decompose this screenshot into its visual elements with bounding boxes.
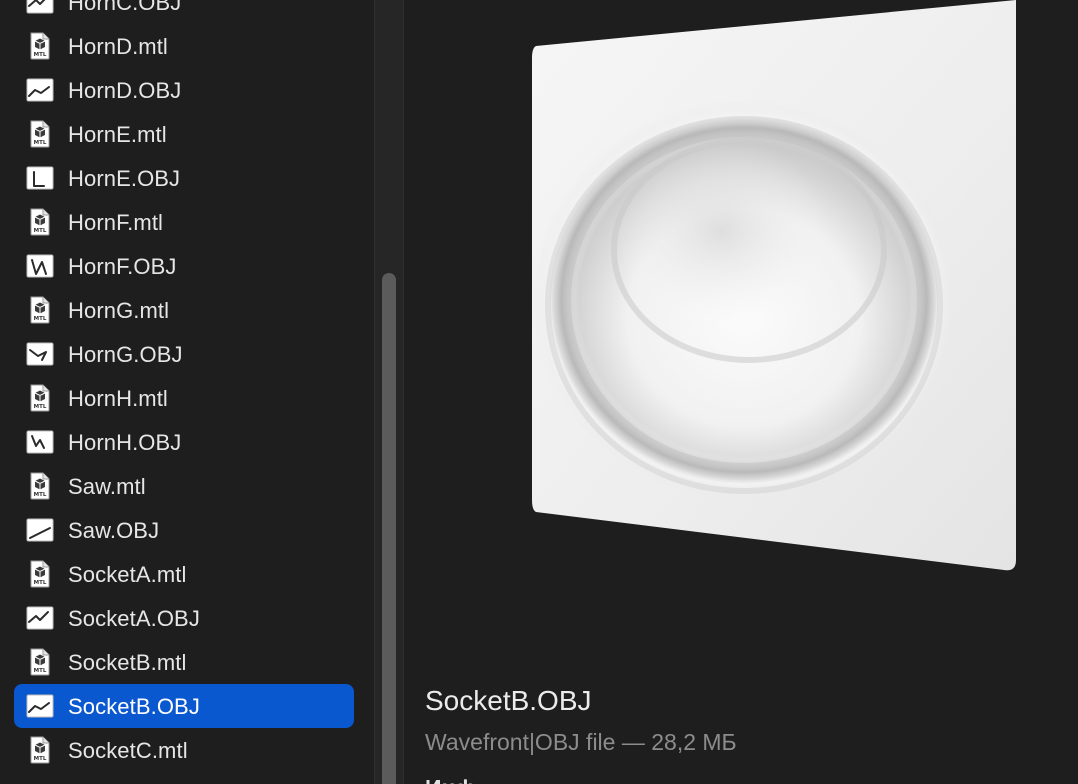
file-name-label: HornF.mtl <box>68 210 164 235</box>
file-list-item[interactable]: MTL HornD.mtl <box>14 24 354 68</box>
svg-text:MTL: MTL <box>34 228 47 234</box>
svg-text:MTL: MTL <box>34 52 47 58</box>
svg-text:MTL: MTL <box>34 140 47 146</box>
file-name-label: Saw.OBJ <box>68 518 160 543</box>
file-list-item[interactable]: MTL HornF.mtl <box>14 200 354 244</box>
file-name-label: SocketB.mtl <box>68 650 187 675</box>
mtl-document-icon: MTL <box>26 384 54 412</box>
file-name-label: Saw.mtl <box>68 474 146 499</box>
file-name-label: HornH.OBJ <box>68 430 182 455</box>
file-list: HornC.OBJ MTL HornD.mtl HornD.OBJ MTL Ho… <box>0 0 374 772</box>
model-preview-image <box>532 0 1016 571</box>
obj-model-thumbnail-icon <box>26 604 54 632</box>
file-name-label: SocketA.mtl <box>68 562 187 587</box>
file-name-label: HornD.mtl <box>68 34 168 59</box>
file-name-label: HornG.OBJ <box>68 342 183 367</box>
file-list-item[interactable]: HornD.OBJ <box>14 68 354 112</box>
mtl-document-icon: MTL <box>26 472 54 500</box>
obj-model-thumbnail-icon <box>26 252 54 280</box>
obj-model-thumbnail-icon <box>26 76 54 104</box>
file-list-item[interactable]: Saw.OBJ <box>14 508 354 552</box>
file-name-label: SocketA.OBJ <box>68 606 200 631</box>
mtl-document-icon: MTL <box>26 736 54 764</box>
svg-text:MTL: MTL <box>34 404 47 410</box>
file-name-label: HornH.mtl <box>68 386 168 411</box>
file-name-label: SocketC.mtl <box>68 738 188 763</box>
file-list-item[interactable]: MTL SocketC.mtl <box>14 728 354 772</box>
file-list-item[interactable]: HornG.OBJ <box>14 332 354 376</box>
obj-model-thumbnail-icon <box>26 516 54 544</box>
file-list-item[interactable]: HornF.OBJ <box>14 244 354 288</box>
file-name-label: HornF.OBJ <box>68 254 177 279</box>
svg-text:MTL: MTL <box>34 492 47 498</box>
file-list-item[interactable]: MTL HornG.mtl <box>14 288 354 332</box>
file-list-item[interactable]: SocketA.OBJ <box>14 596 354 640</box>
mtl-document-icon: MTL <box>26 560 54 588</box>
file-list-item[interactable]: MTL HornE.mtl <box>14 112 354 156</box>
obj-model-thumbnail-icon <box>26 0 54 16</box>
svg-text:MTL: MTL <box>34 668 47 674</box>
finder-window: HornC.OBJ MTL HornD.mtl HornD.OBJ MTL Ho… <box>0 0 1078 784</box>
file-name-label: HornG.mtl <box>68 298 170 323</box>
svg-text:MTL: MTL <box>34 316 47 322</box>
obj-model-thumbnail-icon <box>26 428 54 456</box>
mtl-document-icon: MTL <box>26 32 54 60</box>
preview-info-heading[interactable]: Инф <box>425 774 476 784</box>
file-list-item[interactable]: HornH.OBJ <box>14 420 354 464</box>
obj-model-thumbnail-icon <box>26 340 54 368</box>
scrollbar-thumb[interactable] <box>382 273 396 784</box>
file-list-column[interactable]: HornC.OBJ MTL HornD.mtl HornD.OBJ MTL Ho… <box>0 0 374 784</box>
mtl-document-icon: MTL <box>26 208 54 236</box>
file-name-label: HornC.OBJ <box>68 0 182 15</box>
mtl-document-icon: MTL <box>26 648 54 676</box>
file-list-item[interactable]: MTL SocketA.mtl <box>14 552 354 596</box>
file-name-label: SocketB.OBJ <box>68 694 200 719</box>
file-name-label: HornD.OBJ <box>68 78 182 103</box>
svg-text:MTL: MTL <box>34 756 47 762</box>
file-list-item[interactable]: HornC.OBJ <box>14 0 354 24</box>
preview-file-title: SocketB.OBJ <box>425 685 592 716</box>
file-list-item[interactable]: MTL HornH.mtl <box>14 376 354 420</box>
mtl-document-icon: MTL <box>26 120 54 148</box>
file-list-item[interactable]: SocketB.OBJ <box>14 684 354 728</box>
obj-model-thumbnail-icon <box>26 164 54 192</box>
preview-pane: SocketB.OBJ Wavefront|OBJ file — 28,2 МБ… <box>404 0 1078 784</box>
file-name-label: HornE.mtl <box>68 122 167 147</box>
obj-model-thumbnail-icon <box>26 692 54 720</box>
mtl-document-icon: MTL <box>26 296 54 324</box>
file-list-item[interactable]: MTL SocketB.mtl <box>14 640 354 684</box>
svg-text:MTL: MTL <box>34 580 47 586</box>
file-list-item[interactable]: MTL Saw.mtl <box>14 464 354 508</box>
column-scrollbar[interactable] <box>374 0 404 784</box>
file-name-label: HornE.OBJ <box>68 166 181 191</box>
file-list-item[interactable]: HornE.OBJ <box>14 156 354 200</box>
preview-file-kind-size: Wavefront|OBJ file — 28,2 МБ <box>425 729 737 755</box>
